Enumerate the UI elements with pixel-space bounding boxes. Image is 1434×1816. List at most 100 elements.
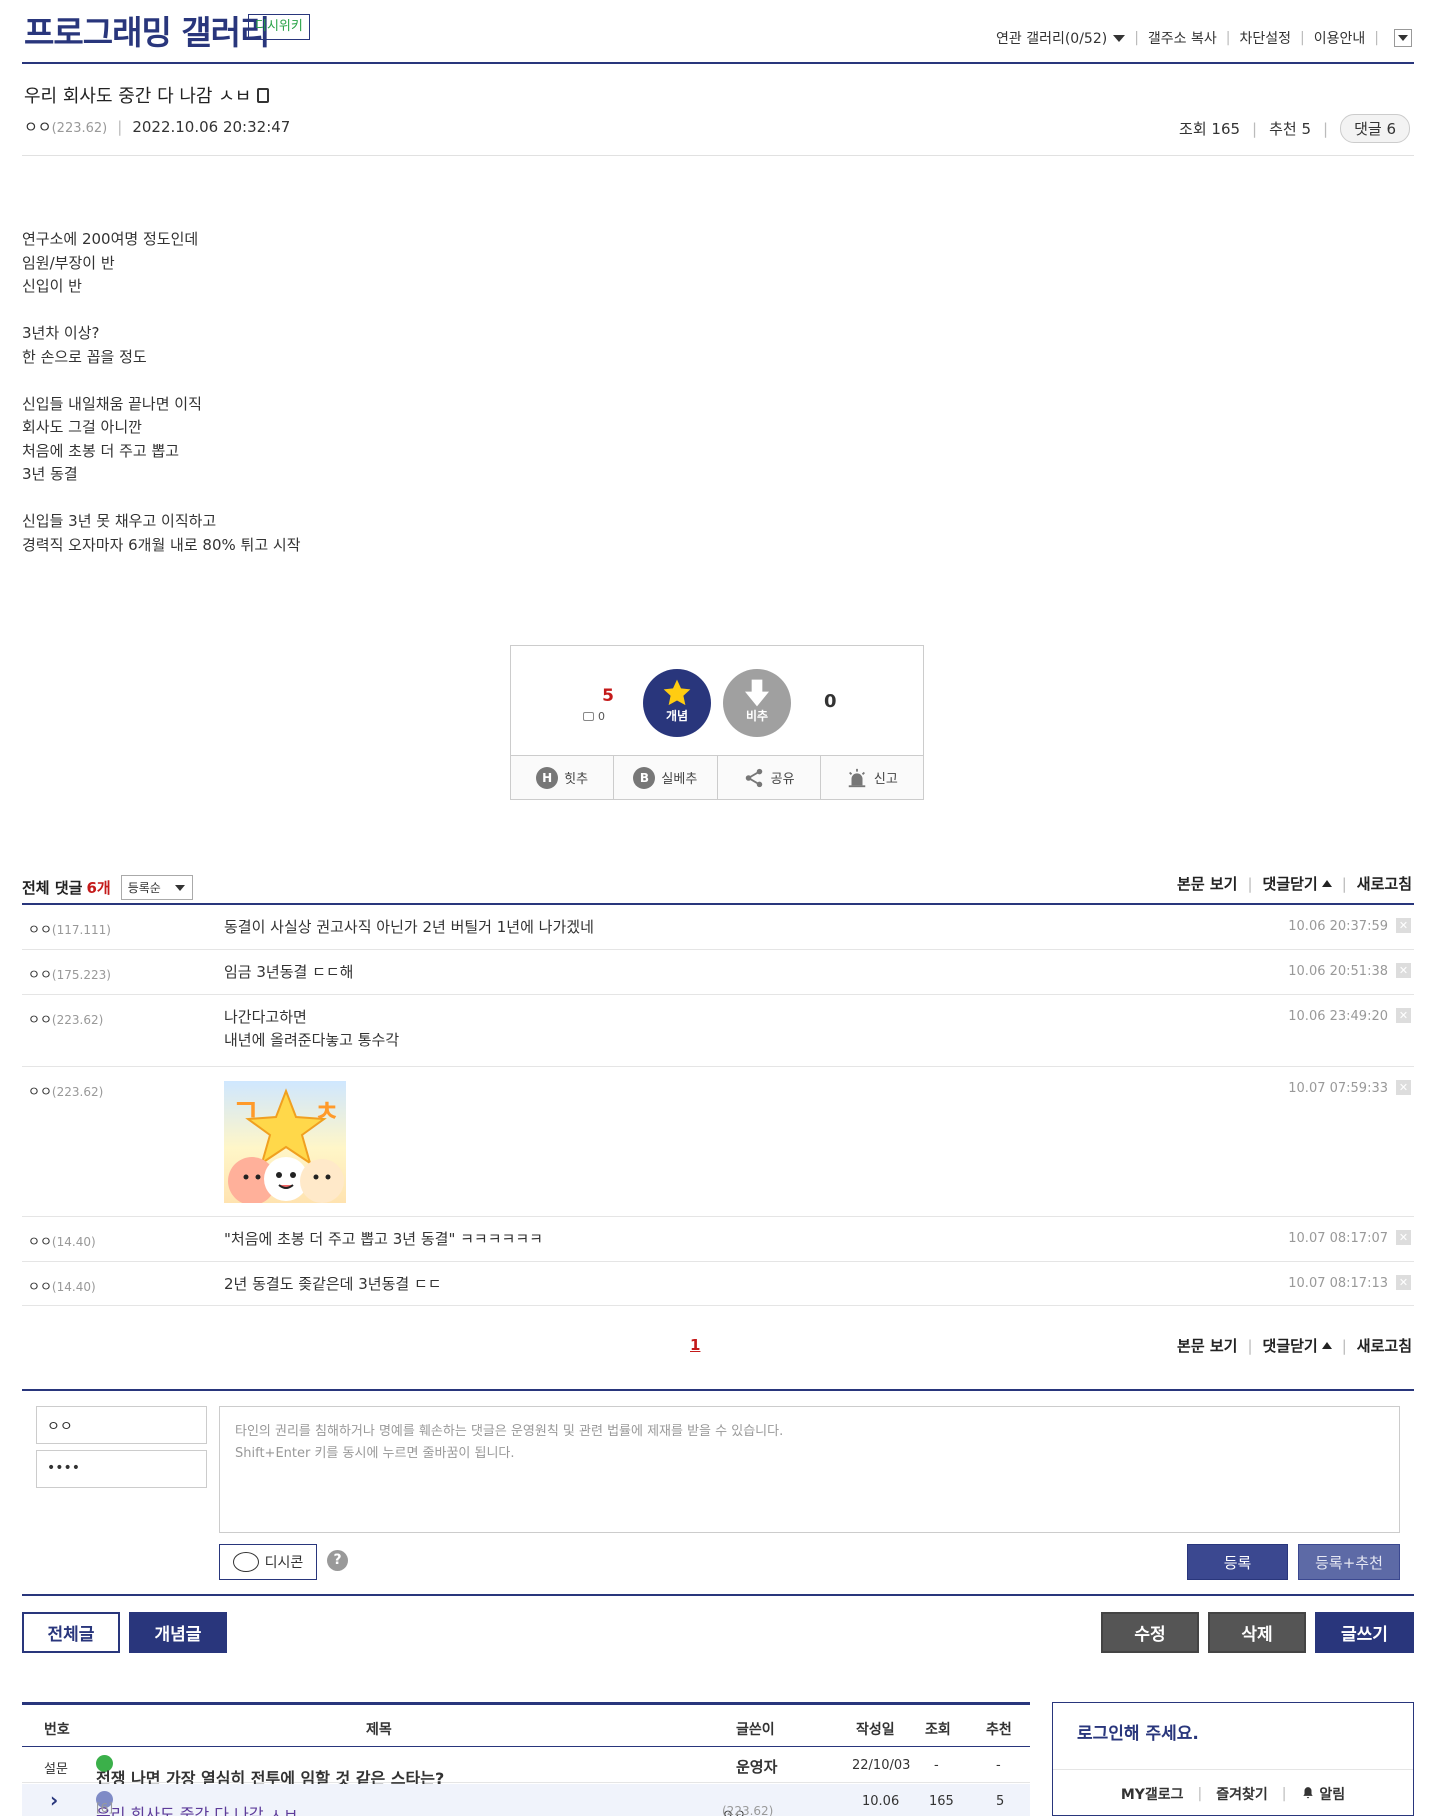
siren-icon (848, 768, 866, 787)
caret-down-icon[interactable] (1113, 34, 1126, 42)
col-number: 번호 (44, 1722, 70, 1738)
list-recommend: 5 (996, 1794, 1005, 1809)
delete-comment-icon[interactable]: ✕ (1396, 1275, 1411, 1290)
help-icon[interactable]: ? (327, 1550, 348, 1571)
edit-button[interactable]: 수정 (1101, 1612, 1199, 1653)
star-icon (663, 679, 691, 706)
list-item-current[interactable]: › 우리 회사도 중간 다 나감 ㅅㅂ [6] ㅇㅇ (223.62) 10.06… (22, 1784, 1030, 1816)
caret-up-icon (1321, 880, 1332, 887)
close-comments-label: 댓글닫기 (1262, 875, 1318, 893)
comment-date: 10.07 08:17:13 (1288, 1276, 1388, 1291)
write-post-button[interactable]: 글쓰기 (1315, 1612, 1414, 1653)
comment-date: 10.06 23:49:20 (1288, 1009, 1388, 1024)
close-comments-link[interactable]: 댓글닫기 (1263, 1335, 1332, 1356)
comment-textarea[interactable]: 타인의 권리를 침해하거나 명예를 훼손하는 댓글은 운영원칙 및 관련 법률에… (219, 1406, 1400, 1533)
dccon-button[interactable]: 디시콘 (219, 1544, 317, 1580)
comment-date: 10.07 08:17:07 (1288, 1231, 1388, 1246)
comment-author[interactable]: ㅇㅇ(223.62) (28, 1081, 103, 1100)
refresh-link[interactable]: 새로고침 (1357, 873, 1412, 894)
copy-address-link[interactable]: 갤주소 복사 (1148, 28, 1217, 48)
comment-sort-select[interactable]: 등록순 (120, 875, 193, 900)
comments-label: 전체 댓글 (22, 879, 83, 897)
delete-comment-icon[interactable]: ✕ (1396, 1080, 1411, 1095)
list-title[interactable]: 우리 회사도 중간 다 나감 ㅅㅂ [6] (96, 1791, 298, 1816)
post-body-line: 처음에 초봉 더 주고 뽑고 (22, 441, 180, 460)
comment-row: ㅇㅇ(223.62) 나간다고하면 내년에 올려준다놓고 통수각 10.06 23… (22, 995, 1414, 1067)
post-recommend: 추천 5 (1269, 120, 1312, 138)
concept-posts-button[interactable]: 개념글 (129, 1612, 227, 1653)
post-body: 연구소에 200여명 정도인데 임원/부장이 반 신입이 반 3년차 이상? 한 손으로… (22, 228, 301, 557)
post-body-line: 임원/부장이 반 (22, 253, 115, 272)
post-title-text: 우리 회사도 중간 다 나감 ㅅㅂ (24, 86, 252, 107)
delete-comment-icon[interactable]: ✕ (1396, 918, 1411, 933)
comment-sort-value: 등록순 (127, 881, 161, 895)
comment-date: 10.06 20:37:59 (1288, 919, 1388, 934)
delete-comment-icon[interactable]: ✕ (1396, 963, 1411, 978)
list-title[interactable]: 전쟁 나면 가장 열심히 전투에 임할 것 같은 스타는? (96, 1755, 444, 1788)
post-author[interactable]: ㅇㅇ (24, 118, 52, 136)
comment-actions-bottom: 본문 보기 | 댓글닫기 | 새로고침 (1177, 1335, 1412, 1356)
post-body-line (22, 369, 301, 393)
wiki-badge[interactable]: 디시위키 (248, 14, 310, 40)
report-button[interactable]: 신고 (819, 756, 923, 799)
comment-text: 동결이 사실상 권고사직 아닌가 2년 버틸거 1년에 나가겠네 (224, 918, 594, 936)
list-item[interactable]: 설문 전쟁 나면 가장 열심히 전투에 임할 것 같은 스타는? 운영자 22/… (22, 1748, 1030, 1788)
mobile-icon (257, 88, 270, 103)
top-nav: 연관 갤러리(0/52) | 갤주소 복사 | 차단설정 | 이용안내 | (996, 28, 1412, 48)
comment-placeholder-line2: Shift+Enter 키를 동시에 누르면 줄바꿈이 됩니다. (235, 1446, 515, 1461)
nickname-input[interactable]: ㅇㅇ (36, 1406, 207, 1444)
comment-text: "처음에 초봉 더 주고 뽑고 3년 동결" ㅋㅋㅋㅋㅋㅋ (224, 1230, 543, 1248)
password-input[interactable]: •••• (36, 1450, 207, 1488)
usage-guide-link[interactable]: 이용안내 (1314, 28, 1366, 48)
comment-actions-top: 본문 보기 | 댓글닫기 | 새로고침 (1177, 873, 1412, 894)
not-recommend-button[interactable]: 비추 (723, 669, 791, 737)
more-menu-button[interactable] (1394, 29, 1412, 47)
list-views: 165 (929, 1794, 954, 1809)
alerts-link[interactable]: 알림 (1301, 1784, 1345, 1804)
comment-author[interactable]: ㅇㅇ(14.40) (28, 1276, 96, 1295)
post-body-line: 신입들 내일채움 끝나면 이직 (22, 394, 202, 413)
delete-comment-icon[interactable]: ✕ (1396, 1008, 1411, 1023)
block-settings-link[interactable]: 차단설정 (1240, 28, 1292, 48)
refresh-link[interactable]: 새로고침 (1357, 1335, 1412, 1356)
submit-comment-button[interactable]: 등록 (1187, 1544, 1288, 1580)
post-stats: 조회 165 | 추천 5 | 댓글 6 (1179, 114, 1410, 143)
list-number: 설문 (44, 1762, 68, 1777)
comment-author[interactable]: ㅇㅇ(14.40) (28, 1231, 96, 1250)
login-message[interactable]: 로그인해 주세요. (1077, 1719, 1199, 1744)
list-writer[interactable]: 운영자 (736, 1756, 777, 1777)
delete-comment-icon[interactable]: ✕ (1396, 1230, 1411, 1245)
comment-count-button[interactable]: 댓글 6 (1340, 114, 1410, 143)
gallery-title[interactable]: 프로그래밍 갤러리 (24, 6, 270, 54)
related-gallery-link[interactable]: 연관 갤러리(0/52) (996, 28, 1107, 48)
submit-and-recommend-button[interactable]: 등록+추천 (1298, 1544, 1400, 1580)
col-views: 조회 (925, 1722, 951, 1738)
post-body-line: 회사도 그걸 아니깐 (22, 418, 142, 436)
best-recommend-label: 실베추 (661, 772, 698, 787)
recommend-button[interactable]: 개념 (643, 669, 711, 737)
hit-recommend-button[interactable]: H 힛추 (511, 756, 613, 799)
comment-author[interactable]: ㅇㅇ(175.223) (28, 964, 111, 983)
favorites-link[interactable]: 즐겨찾기 (1216, 1784, 1268, 1804)
list-header: 번호 제목 글쓴이 작성일 조회 추천 (22, 1705, 1030, 1747)
delete-button[interactable]: 삭제 (1208, 1612, 1306, 1653)
view-post-link[interactable]: 본문 보기 (1177, 1335, 1237, 1356)
view-post-link[interactable]: 본문 보기 (1177, 873, 1237, 894)
caret-down-icon (174, 885, 185, 891)
dccon-face-icon (232, 1552, 259, 1572)
hit-recommend-label: 힛추 (564, 772, 589, 787)
header-divider (22, 62, 1414, 64)
comment-page-1[interactable]: 1 (690, 1336, 700, 1354)
post-body-line (22, 487, 301, 511)
comment-author[interactable]: ㅇㅇ(223.62) (28, 1009, 103, 1028)
post-divider (22, 155, 1414, 156)
all-posts-button[interactable]: 전체글 (22, 1612, 120, 1653)
best-recommend-button[interactable]: B 실베추 (613, 756, 716, 799)
best-icon: B (633, 766, 656, 789)
close-comments-link[interactable]: 댓글닫기 (1263, 873, 1332, 894)
share-button[interactable]: 공유 (716, 756, 820, 799)
post-body-line: 3년 동결 (22, 465, 78, 483)
my-gallog-link[interactable]: MY갤로그 (1121, 1784, 1184, 1804)
comment-author[interactable]: ㅇㅇ(117.111) (28, 919, 111, 938)
comment-text: 임금 3년동결 ㄷㄷ해 (224, 963, 354, 981)
